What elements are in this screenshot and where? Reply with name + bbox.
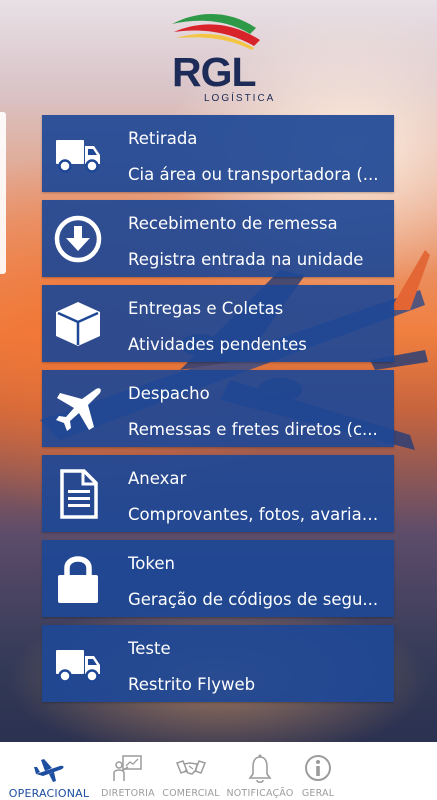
tab-notificacao[interactable]: NOTIFICAÇÃO [224,742,296,800]
document-icon [52,468,104,520]
menu-item-title: Token [128,554,175,573]
tab-label: NOTIFICAÇÃO [226,788,294,799]
menu-item-teste[interactable]: Teste Restrito Flyweb [42,625,394,702]
menu-item-title: Entregas e Coletas [128,299,284,318]
menu-item-token[interactable]: Token Geração de códigos de segu... [42,540,394,617]
menu-item-subtitle: Cia área ou transportadora (... [128,165,379,184]
tab-label: GERAL [301,788,335,799]
bell-icon [248,754,272,784]
menu-item-despacho[interactable]: Despacho Remessas e fretes diretos (c... [42,370,394,447]
truck-icon [52,128,104,180]
menu-item-subtitle: Remessas e fretes diretos (c... [128,420,378,439]
truck-icon [52,638,104,690]
side-drawer-handle[interactable] [0,112,6,274]
menu-item-subtitle: Atividades pendentes [128,335,307,354]
menu-item-subtitle: Restrito Flyweb [128,675,256,694]
menu-item-title: Despacho [128,384,210,403]
airplane-icon [52,383,104,435]
menu-item-title: Anexar [128,469,187,488]
box-icon [52,298,104,350]
airplane-icon [34,759,64,782]
menu-item-subtitle: Geração de códigos de segu... [128,590,379,609]
menu-item-title: Recebimento de remessa [128,214,338,233]
menu-item-anexar[interactable]: Anexar Comprovantes, fotos, avarias... [42,455,394,532]
tab-geral[interactable]: GERAL [296,742,340,800]
tab-operacional[interactable]: OPERACIONAL [0,742,98,800]
lock-icon [52,553,104,605]
brand-subtitle: LOGÍSTICA [204,93,276,104]
tab-label: OPERACIONAL [8,787,90,800]
rgl-logo: RGL LOGÍSTICA [168,10,278,104]
info-icon [305,755,331,781]
download-circle-icon [52,213,104,265]
menu-item-recebimento[interactable]: Recebimento de remessa Registra entrada … [42,200,394,277]
menu-item-retirada[interactable]: Retirada Cia área ou transportadora (... [42,115,394,192]
tab-comercial[interactable]: COMERCIAL [158,742,224,800]
menu-item-title: Retirada [128,129,198,148]
menu-item-subtitle: Registra entrada na unidade [128,250,364,269]
bottom-tab-bar: OPERACIONAL DIRETORIA COMERCIAL NOTIFICA… [0,742,437,800]
menu-item-title: Teste [128,639,171,658]
menu-item-entregas-coletas[interactable]: Entregas e Coletas Atividades pendentes [42,285,394,362]
brand-name: RGL [172,49,257,95]
presentation-icon [113,755,142,781]
tab-label: COMERCIAL [162,788,220,799]
menu-item-subtitle: Comprovantes, fotos, avarias... [128,505,383,524]
handshake-icon [176,760,206,775]
tab-label: DIRETORIA [101,788,155,799]
operations-menu: Retirada Cia área ou transportadora (...… [42,115,394,710]
tab-diretoria[interactable]: DIRETORIA [98,742,158,800]
